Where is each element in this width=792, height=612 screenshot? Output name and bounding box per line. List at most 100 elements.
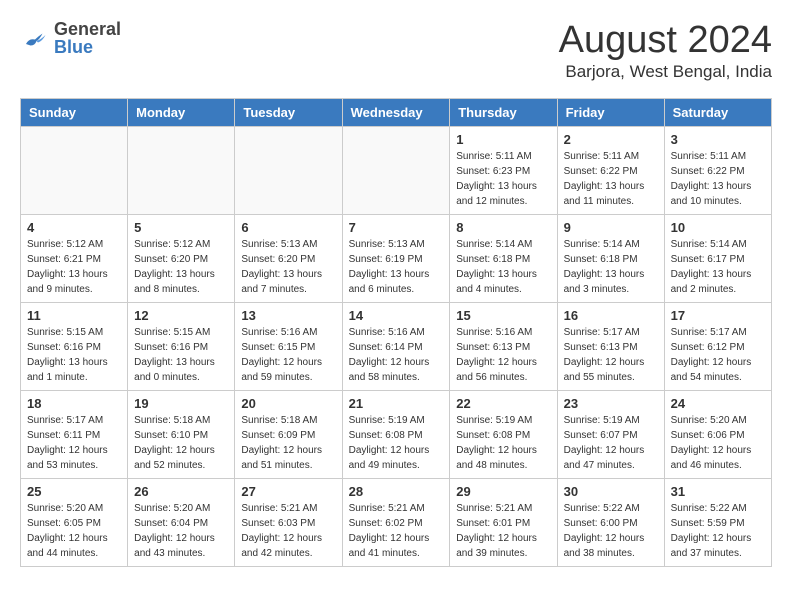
calendar-cell: 5Sunrise: 5:12 AM Sunset: 6:20 PM Daylig… xyxy=(128,214,235,302)
day-info: Sunrise: 5:14 AM Sunset: 6:18 PM Dayligh… xyxy=(456,237,550,297)
day-number: 28 xyxy=(349,484,444,499)
calendar-week-4: 18Sunrise: 5:17 AM Sunset: 6:11 PM Dayli… xyxy=(21,390,772,478)
day-number: 12 xyxy=(134,308,228,323)
day-info: Sunrise: 5:14 AM Sunset: 6:18 PM Dayligh… xyxy=(564,237,658,297)
page-header: General Blue August 2024 Barjora, West B… xyxy=(20,20,772,82)
calendar-cell: 2Sunrise: 5:11 AM Sunset: 6:22 PM Daylig… xyxy=(557,126,664,214)
day-header-friday: Friday xyxy=(557,98,664,126)
title-block: August 2024 Barjora, West Bengal, India xyxy=(559,20,772,82)
day-info: Sunrise: 5:21 AM Sunset: 6:01 PM Dayligh… xyxy=(456,501,550,561)
logo-general-text: General xyxy=(54,20,121,38)
day-number: 10 xyxy=(671,220,765,235)
day-header-thursday: Thursday xyxy=(450,98,557,126)
day-info: Sunrise: 5:14 AM Sunset: 6:17 PM Dayligh… xyxy=(671,237,765,297)
calendar-cell: 29 Sunrise: 5:21 AM Sunset: 6:01 PM Dayli… xyxy=(450,478,557,566)
day-info: Sunrise: 5:22 AM Sunset: 6:00 PM Dayligh… xyxy=(564,501,658,561)
calendar-week-5: 25 Sunrise: 5:20 AM Sunset: 6:05 PM Dayli… xyxy=(21,478,772,566)
day-info: Sunrise: 5:11 AM Sunset: 6:22 PM Dayligh… xyxy=(564,149,658,209)
calendar-cell: 23Sunrise: 5:19 AM Sunset: 6:07 PM Dayli… xyxy=(557,390,664,478)
day-number: 1 xyxy=(456,132,550,147)
day-number: 26 xyxy=(134,484,228,499)
day-header-monday: Monday xyxy=(128,98,235,126)
calendar-cell: 6 Sunrise: 5:13 AM Sunset: 6:20 PM Daylig… xyxy=(235,214,342,302)
day-info: Sunrise: 5:12 AM Sunset: 6:21 PM Dayligh… xyxy=(27,237,121,297)
day-number: 27 xyxy=(241,484,335,499)
day-number: 15 xyxy=(456,308,550,323)
day-number: 17 xyxy=(671,308,765,323)
calendar-cell xyxy=(342,126,450,214)
calendar-cell: 1 Sunrise: 5:11 AM Sunset: 6:23 PM Daylig… xyxy=(450,126,557,214)
day-info: Sunrise: 5:17 AM Sunset: 6:13 PM Dayligh… xyxy=(564,325,658,385)
month-title: August 2024 xyxy=(559,20,772,62)
calendar-cell: 19 Sunrise: 5:18 AM Sunset: 6:10 PM Dayli… xyxy=(128,390,235,478)
calendar-cell: 18Sunrise: 5:17 AM Sunset: 6:11 PM Dayli… xyxy=(21,390,128,478)
calendar-cell: 31 Sunrise: 5:22 AM Sunset: 5:59 PM Dayli… xyxy=(664,478,771,566)
calendar-cell: 25 Sunrise: 5:20 AM Sunset: 6:05 PM Dayli… xyxy=(21,478,128,566)
day-number: 16 xyxy=(564,308,658,323)
calendar-cell: 12 Sunrise: 5:15 AM Sunset: 6:16 PM Dayli… xyxy=(128,302,235,390)
day-number: 3 xyxy=(671,132,765,147)
day-header-saturday: Saturday xyxy=(664,98,771,126)
logo-blue-text: Blue xyxy=(54,38,121,56)
day-info: Sunrise: 5:19 AM Sunset: 6:08 PM Dayligh… xyxy=(456,413,550,473)
location: Barjora, West Bengal, India xyxy=(559,62,772,82)
day-info: Sunrise: 5:16 AM Sunset: 6:14 PM Dayligh… xyxy=(349,325,444,385)
calendar-cell: 14 Sunrise: 5:16 AM Sunset: 6:14 PM Dayli… xyxy=(342,302,450,390)
day-info: Sunrise: 5:20 AM Sunset: 6:05 PM Dayligh… xyxy=(27,501,121,561)
day-number: 30 xyxy=(564,484,658,499)
logo-name: General Blue xyxy=(54,20,121,56)
day-number: 19 xyxy=(134,396,228,411)
day-number: 23 xyxy=(564,396,658,411)
calendar-cell: 13 Sunrise: 5:16 AM Sunset: 6:15 PM Dayli… xyxy=(235,302,342,390)
calendar-cell: 10 Sunrise: 5:14 AM Sunset: 6:17 PM Dayli… xyxy=(664,214,771,302)
day-number: 13 xyxy=(241,308,335,323)
calendar-cell: 7 Sunrise: 5:13 AM Sunset: 6:19 PM Daylig… xyxy=(342,214,450,302)
day-number: 20 xyxy=(241,396,335,411)
day-header-sunday: Sunday xyxy=(21,98,128,126)
calendar-cell: 8 Sunrise: 5:14 AM Sunset: 6:18 PM Daylig… xyxy=(450,214,557,302)
calendar-table: SundayMondayTuesdayWednesdayThursdayFrid… xyxy=(20,98,772,567)
day-header-tuesday: Tuesday xyxy=(235,98,342,126)
day-info: Sunrise: 5:22 AM Sunset: 5:59 PM Dayligh… xyxy=(671,501,765,561)
calendar-week-2: 4 Sunrise: 5:12 AM Sunset: 6:21 PM Daylig… xyxy=(21,214,772,302)
day-number: 4 xyxy=(27,220,121,235)
calendar-cell: 4 Sunrise: 5:12 AM Sunset: 6:21 PM Daylig… xyxy=(21,214,128,302)
day-info: Sunrise: 5:16 AM Sunset: 6:15 PM Dayligh… xyxy=(241,325,335,385)
day-number: 29 xyxy=(456,484,550,499)
day-info: Sunrise: 5:11 AM Sunset: 6:23 PM Dayligh… xyxy=(456,149,550,209)
day-number: 9 xyxy=(564,220,658,235)
day-number: 7 xyxy=(349,220,444,235)
calendar-cell: 26Sunrise: 5:20 AM Sunset: 6:04 PM Dayli… xyxy=(128,478,235,566)
calendar-cell: 9 Sunrise: 5:14 AM Sunset: 6:18 PM Daylig… xyxy=(557,214,664,302)
logo-icon xyxy=(20,23,50,53)
calendar-cell: 3Sunrise: 5:11 AM Sunset: 6:22 PM Daylig… xyxy=(664,126,771,214)
day-info: Sunrise: 5:15 AM Sunset: 6:16 PM Dayligh… xyxy=(134,325,228,385)
day-number: 11 xyxy=(27,308,121,323)
calendar-cell xyxy=(235,126,342,214)
day-number: 14 xyxy=(349,308,444,323)
day-number: 31 xyxy=(671,484,765,499)
day-number: 25 xyxy=(27,484,121,499)
calendar-cell xyxy=(21,126,128,214)
day-number: 22 xyxy=(456,396,550,411)
day-info: Sunrise: 5:20 AM Sunset: 6:06 PM Dayligh… xyxy=(671,413,765,473)
day-number: 21 xyxy=(349,396,444,411)
day-info: Sunrise: 5:17 AM Sunset: 6:11 PM Dayligh… xyxy=(27,413,121,473)
day-number: 8 xyxy=(456,220,550,235)
calendar-cell: 30 Sunrise: 5:22 AM Sunset: 6:00 PM Dayli… xyxy=(557,478,664,566)
day-number: 6 xyxy=(241,220,335,235)
day-info: Sunrise: 5:13 AM Sunset: 6:20 PM Dayligh… xyxy=(241,237,335,297)
day-info: Sunrise: 5:18 AM Sunset: 6:10 PM Dayligh… xyxy=(134,413,228,473)
day-number: 5 xyxy=(134,220,228,235)
day-number: 24 xyxy=(671,396,765,411)
day-info: Sunrise: 5:21 AM Sunset: 6:02 PM Dayligh… xyxy=(349,501,444,561)
day-info: Sunrise: 5:13 AM Sunset: 6:19 PM Dayligh… xyxy=(349,237,444,297)
calendar-header-row: SundayMondayTuesdayWednesdayThursdayFrid… xyxy=(21,98,772,126)
calendar-cell: 21 Sunrise: 5:19 AM Sunset: 6:08 PM Dayli… xyxy=(342,390,450,478)
day-info: Sunrise: 5:21 AM Sunset: 6:03 PM Dayligh… xyxy=(241,501,335,561)
day-info: Sunrise: 5:15 AM Sunset: 6:16 PM Dayligh… xyxy=(27,325,121,385)
logo: General Blue xyxy=(20,20,121,56)
day-info: Sunrise: 5:19 AM Sunset: 6:08 PM Dayligh… xyxy=(349,413,444,473)
calendar-cell: 27 Sunrise: 5:21 AM Sunset: 6:03 PM Dayli… xyxy=(235,478,342,566)
calendar-week-1: 1 Sunrise: 5:11 AM Sunset: 6:23 PM Daylig… xyxy=(21,126,772,214)
